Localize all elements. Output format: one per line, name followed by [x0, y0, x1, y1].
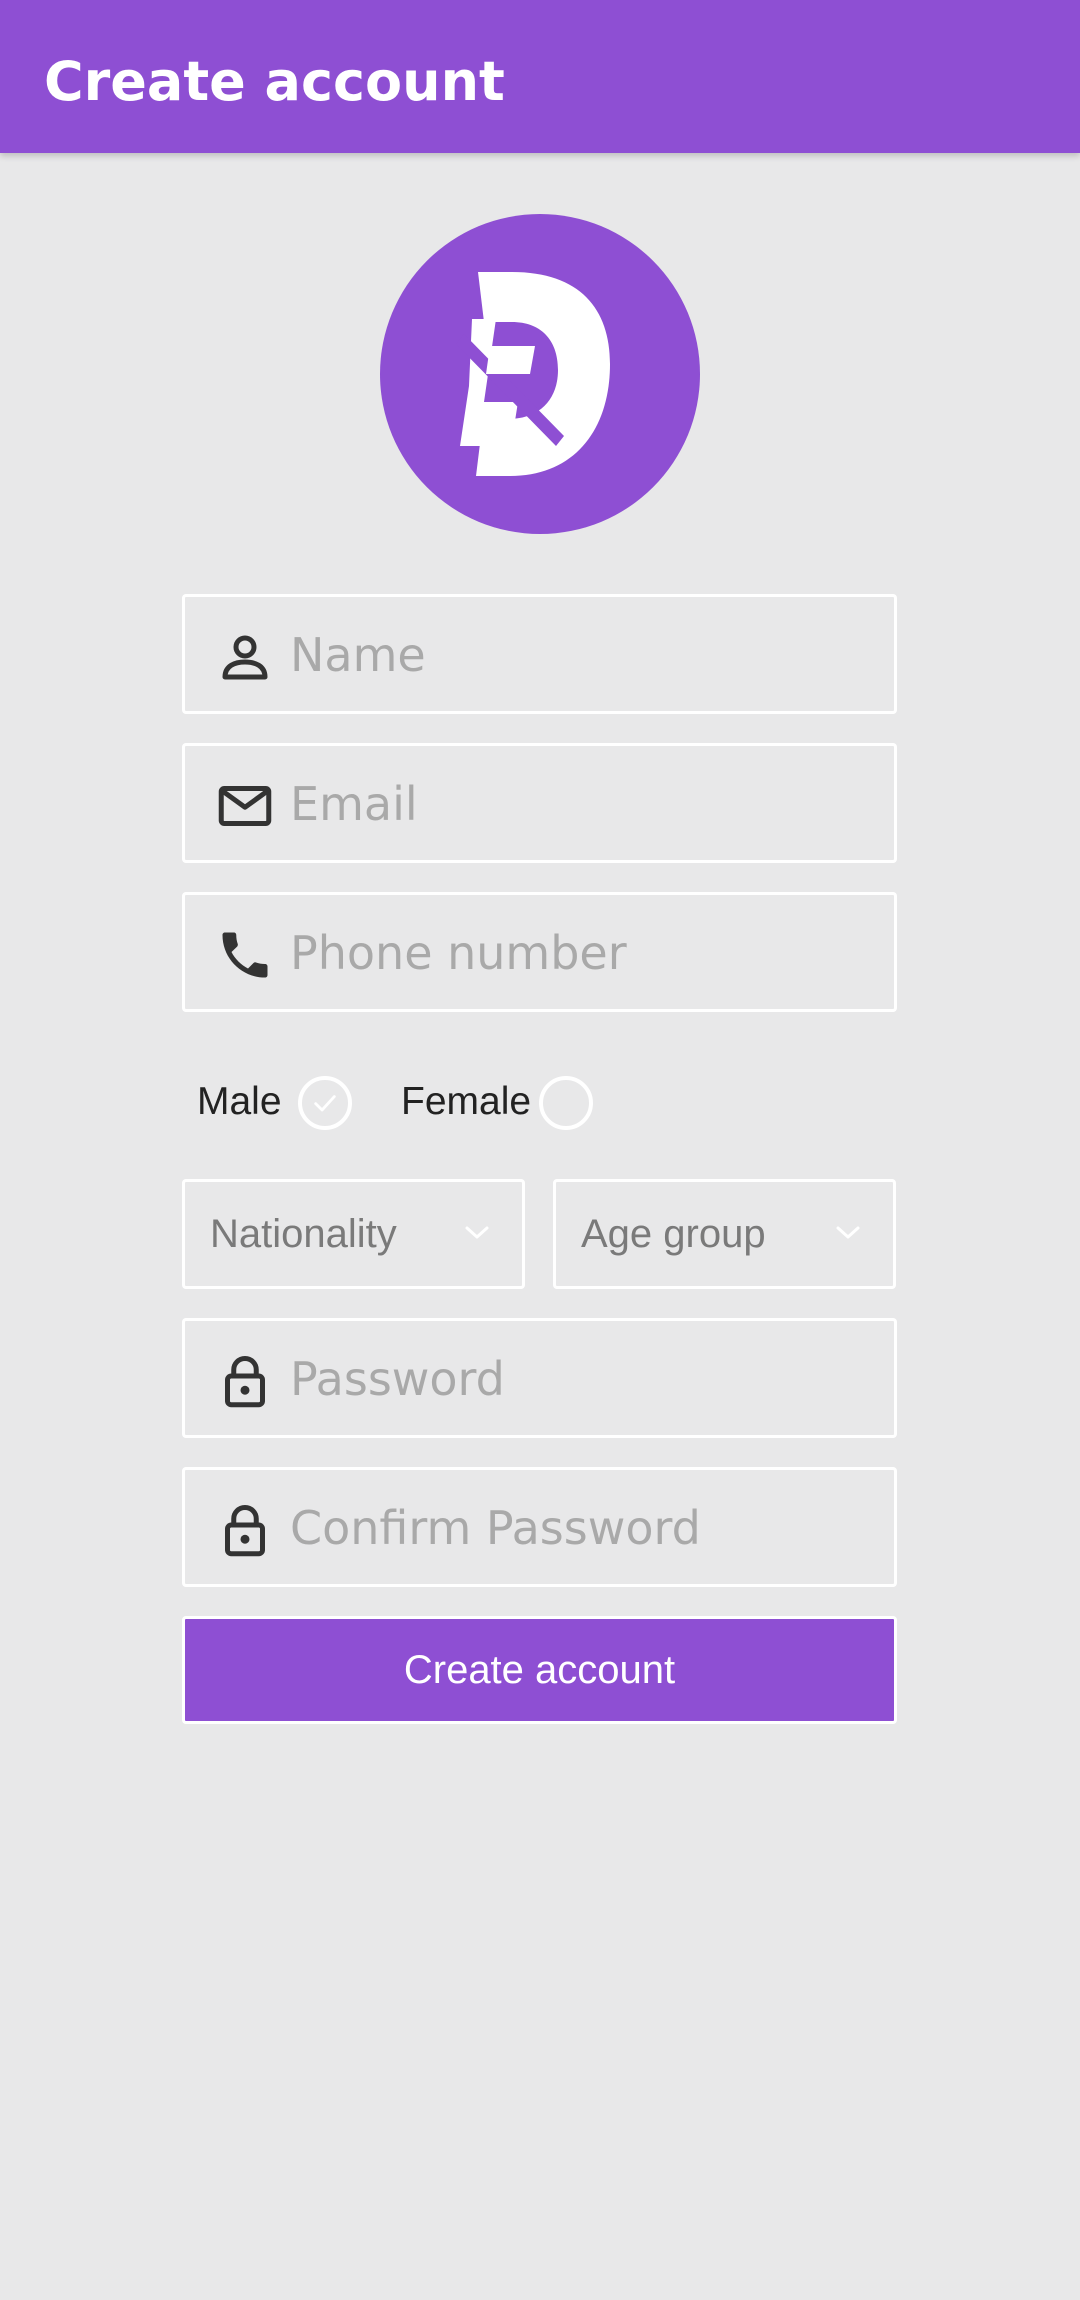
lock-icon: [215, 1500, 275, 1560]
female-label: Female: [401, 1080, 532, 1123]
page-title: Create account: [44, 50, 505, 113]
password-field[interactable]: [182, 1318, 897, 1438]
app-logo: [380, 214, 700, 534]
mail-icon: [215, 776, 275, 836]
gender-radio-group: Male Female: [195, 1070, 895, 1140]
chevron-down-icon: [465, 1226, 489, 1239]
person-icon: [215, 627, 275, 687]
confirm-password-input[interactable]: [290, 1488, 870, 1568]
name-field[interactable]: [182, 594, 897, 714]
nationality-select[interactable]: Nationality: [182, 1179, 525, 1289]
phone-icon: [215, 925, 275, 985]
male-radio[interactable]: [298, 1076, 352, 1130]
female-radio[interactable]: [539, 1076, 593, 1130]
email-input[interactable]: [290, 764, 870, 844]
db-monogram-logo-icon: [456, 272, 610, 476]
age-group-select[interactable]: Age group: [553, 1179, 896, 1289]
phone-field[interactable]: [182, 892, 897, 1012]
confirm-password-field[interactable]: [182, 1467, 897, 1587]
check-icon: [314, 1095, 336, 1112]
chevron-down-icon: [836, 1226, 860, 1239]
phone-input[interactable]: [290, 913, 870, 993]
password-input[interactable]: [290, 1339, 870, 1419]
lock-icon: [215, 1351, 275, 1411]
age-group-label: Age group: [581, 1212, 766, 1256]
app-bar: Create account: [0, 0, 1080, 153]
male-label: Male: [197, 1080, 282, 1123]
create-account-button[interactable]: Create account: [182, 1616, 897, 1724]
nationality-label: Nationality: [210, 1212, 397, 1256]
email-field[interactable]: [182, 743, 897, 863]
name-input[interactable]: [290, 615, 870, 695]
